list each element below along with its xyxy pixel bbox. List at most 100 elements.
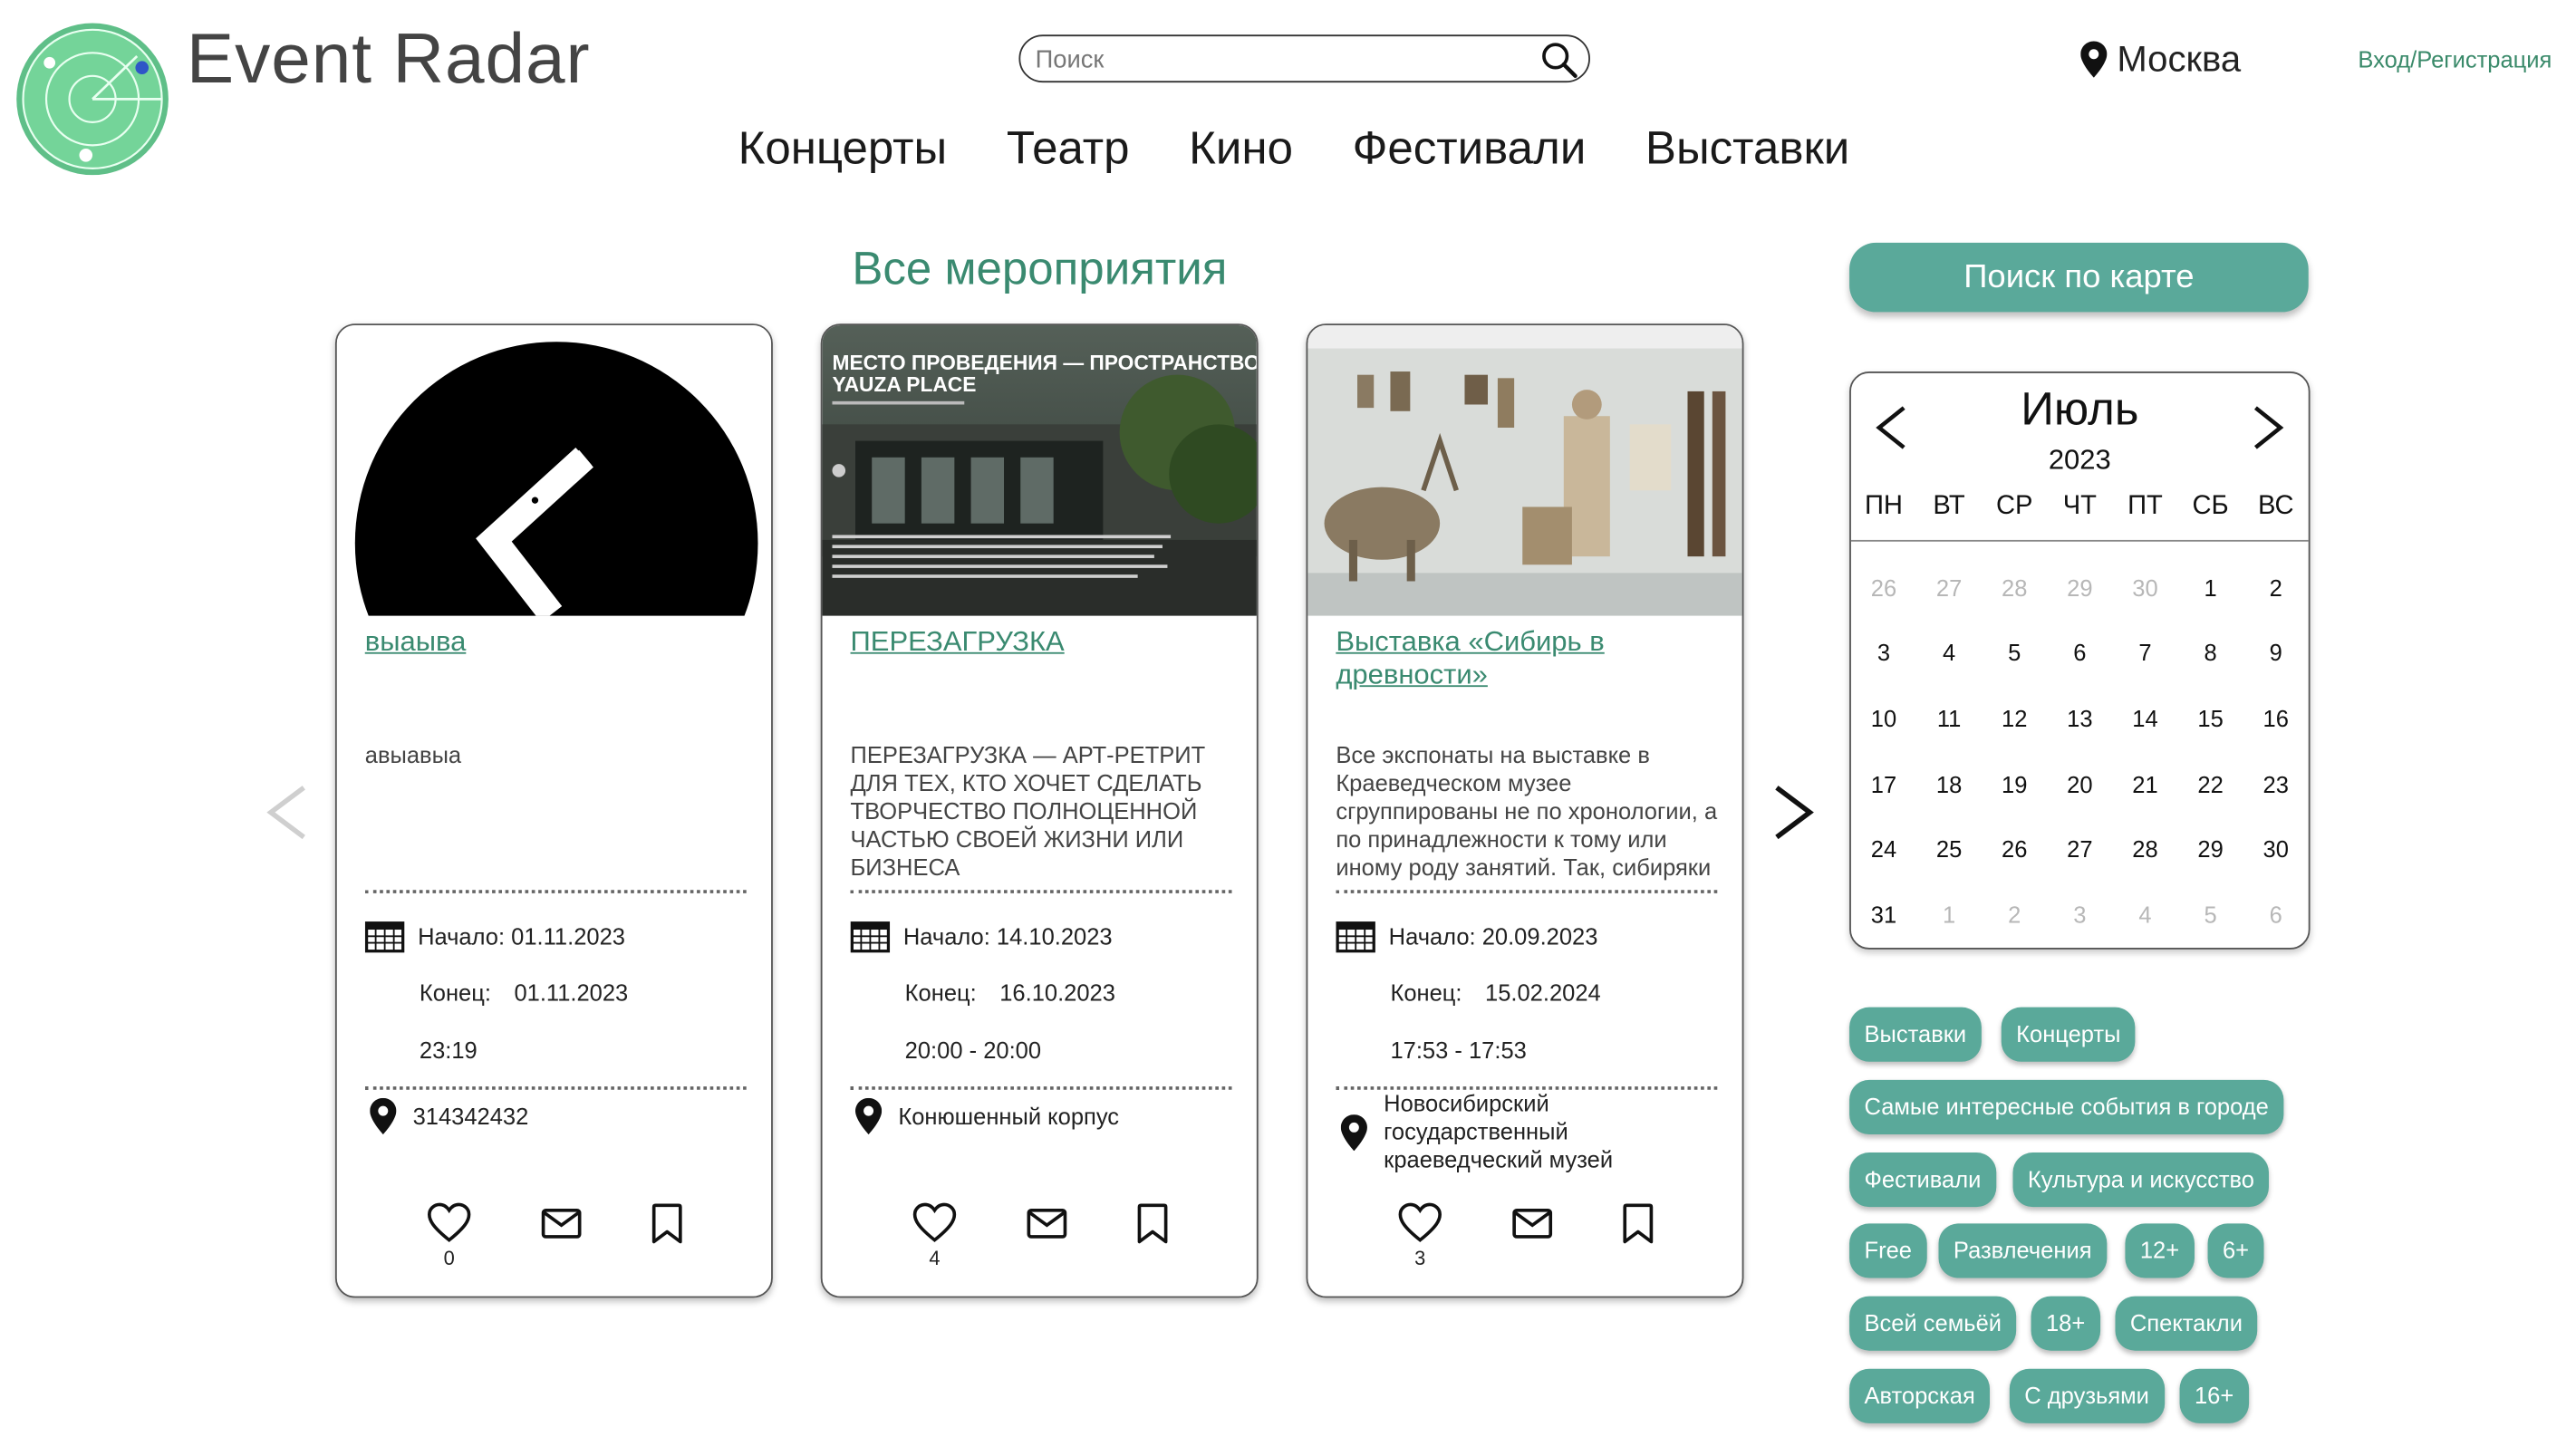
calendar-day[interactable]: 27 <box>2047 835 2112 862</box>
calendar-day[interactable]: 15 <box>2178 705 2243 731</box>
bookmark-icon[interactable] <box>1615 1201 1661 1247</box>
event-title-link[interactable]: выаыва <box>365 626 753 659</box>
tag-with-friends[interactable]: С друзьями <box>2009 1368 2165 1423</box>
end-label: Конец: <box>1390 979 1462 1006</box>
calendar-day[interactable]: 23 <box>2243 770 2309 796</box>
calendar-day[interactable]: 3 <box>2047 902 2112 928</box>
event-place: Конюшенный корпус <box>855 1097 1235 1134</box>
calendar-day[interactable]: 18 <box>1916 770 1982 796</box>
like-heart-icon[interactable] <box>912 1201 958 1247</box>
calendar-day[interactable]: 22 <box>2178 770 2243 796</box>
calendar-day[interactable]: 12 <box>1982 705 2047 731</box>
calendar-day[interactable]: 29 <box>2178 835 2243 862</box>
nav-cinema[interactable]: Кино <box>1189 122 1293 175</box>
nav-concerts[interactable]: Концерты <box>738 122 948 175</box>
event-time: 17:53 - 17:53 <box>1390 1037 1527 1064</box>
tag-performances[interactable]: Спектакли <box>2115 1296 2258 1351</box>
page: Event Radar Москва Вход/Регистрация Конц… <box>0 0 2576 1436</box>
calendar-day[interactable]: 14 <box>2112 705 2177 731</box>
calendar-day[interactable]: 7 <box>2112 640 2177 666</box>
nav-exhibitions[interactable]: Выставки <box>1645 122 1849 175</box>
calendar-day[interactable]: 21 <box>2112 770 2177 796</box>
event-title-link[interactable]: Выставка «Сибирь в древности» <box>1336 626 1723 692</box>
calendar-day[interactable]: 28 <box>2112 835 2177 862</box>
event-title-link[interactable]: ПЕРЕЗАГРУЗКА <box>851 626 1239 659</box>
calendar-day[interactable]: 13 <box>2047 705 2112 731</box>
calendar-day[interactable]: 6 <box>2047 640 2112 666</box>
calendar-day[interactable]: 31 <box>1851 902 1916 928</box>
calendar-day[interactable]: 16 <box>2243 705 2309 731</box>
calendar-day[interactable]: 25 <box>1916 835 1982 862</box>
calendar-day[interactable]: 26 <box>1851 574 1916 601</box>
event-card[interactable]: Выставка «Сибирь в древности» Все экспон… <box>1306 323 1744 1298</box>
calendar-day[interactable]: 2 <box>1982 902 2047 928</box>
location-pin-icon <box>1340 1114 1367 1151</box>
tag-concerts[interactable]: Концерты <box>2001 1007 2136 1062</box>
calendar-day[interactable]: 30 <box>2112 574 2177 601</box>
carousel-next-icon[interactable] <box>1770 783 1817 843</box>
calendar-day[interactable]: 28 <box>1982 574 2047 601</box>
city-selector[interactable]: Москва <box>2080 38 2241 81</box>
bookmark-icon[interactable] <box>1130 1201 1176 1247</box>
login-link[interactable]: Вход/Регистрация <box>2358 46 2552 72</box>
tag-entertainment[interactable]: Развлечения <box>1938 1223 2107 1278</box>
nav-theatre[interactable]: Театр <box>1007 122 1130 175</box>
calendar-day[interactable]: 1 <box>1916 902 1982 928</box>
tag-family[interactable]: Всей семьёй <box>1849 1296 2017 1351</box>
calendar-day[interactable]: 3 <box>1851 640 1916 666</box>
brand-name: Event Radar <box>186 19 591 100</box>
mail-icon[interactable] <box>538 1201 584 1247</box>
calendar-day[interactable]: 30 <box>2243 835 2309 862</box>
calendar-day[interactable]: 17 <box>1851 770 1916 796</box>
tag-free[interactable]: Free <box>1849 1223 1927 1278</box>
tag-16-plus[interactable]: 16+ <box>2179 1368 2249 1423</box>
search-input[interactable] <box>1032 41 1535 78</box>
event-card[interactable]: выаыва авыавыа Начало: 01.11.2023 Конец:… <box>334 323 773 1298</box>
calendar-day[interactable]: 4 <box>2112 902 2177 928</box>
calendar-day[interactable]: 5 <box>2178 902 2243 928</box>
calendar-week: 3 4 5 6 7 8 9 <box>1851 620 2309 685</box>
event-image[interactable] <box>336 325 772 616</box>
tag-festivals[interactable]: Фестивали <box>1849 1152 1996 1208</box>
nav-festivals[interactable]: Фестивали <box>1353 122 1587 175</box>
bookmark-icon[interactable] <box>644 1201 690 1247</box>
event-card[interactable]: МЕСТО ПРОВЕДЕНИЯ — ПРОСТРАНСТВО YAUZA PL… <box>820 323 1259 1298</box>
tag-exhibitions[interactable]: Выставки <box>1849 1007 1982 1062</box>
event-image[interactable] <box>1307 325 1742 616</box>
mail-icon[interactable] <box>1024 1201 1070 1247</box>
search-icon[interactable] <box>1539 40 1578 80</box>
carousel-prev-icon[interactable] <box>265 783 311 843</box>
calendar-day[interactable]: 24 <box>1851 835 1916 862</box>
tag-12-plus[interactable]: 12+ <box>2125 1223 2195 1278</box>
calendar-day[interactable]: 11 <box>1916 705 1982 731</box>
place-name: Новосибирский государственный краеведчес… <box>1384 1089 1614 1172</box>
calendar-day[interactable]: 6 <box>2243 902 2309 928</box>
calendar-day[interactable]: 8 <box>2178 640 2243 666</box>
calendar-day[interactable]: 19 <box>1982 770 2047 796</box>
calendar-day[interactable]: 1 <box>2178 574 2243 601</box>
tag-18-plus[interactable]: 18+ <box>2031 1296 2100 1351</box>
calendar-day[interactable]: 26 <box>1982 835 2047 862</box>
tag-culture-art[interactable]: Культура и искусство <box>2012 1152 2270 1208</box>
next-month-icon[interactable] <box>2245 403 2288 453</box>
weekday: СБ <box>2192 492 2229 521</box>
calendar-day[interactable]: 2 <box>2243 574 2309 601</box>
mail-icon[interactable] <box>1510 1201 1556 1247</box>
calendar-day[interactable]: 20 <box>2047 770 2112 796</box>
like-heart-icon[interactable] <box>426 1201 472 1247</box>
event-image[interactable]: МЕСТО ПРОВЕДЕНИЯ — ПРОСТРАНСТВО YAUZA PL… <box>822 325 1257 616</box>
calendar-day[interactable]: 29 <box>2047 574 2112 601</box>
calendar-day[interactable]: 9 <box>2243 640 2309 666</box>
map-search-button[interactable]: Поиск по карте <box>1849 242 2309 313</box>
calendar-day[interactable]: 10 <box>1851 705 1916 731</box>
calendar-day[interactable]: 4 <box>1916 640 1982 666</box>
section-title: Все мероприятия <box>852 242 1228 294</box>
tag-6-plus[interactable]: 6+ <box>2207 1223 2264 1278</box>
radar-logo-icon[interactable] <box>14 20 172 178</box>
location-pin-icon <box>855 1097 883 1134</box>
tag-author[interactable]: Авторская <box>1849 1368 1991 1423</box>
calendar-day[interactable]: 5 <box>1982 640 2047 666</box>
like-heart-icon[interactable] <box>1397 1201 1443 1247</box>
tag-most-interesting[interactable]: Самые интересные события в городе <box>1849 1079 2284 1134</box>
calendar-day[interactable]: 27 <box>1916 574 1982 601</box>
